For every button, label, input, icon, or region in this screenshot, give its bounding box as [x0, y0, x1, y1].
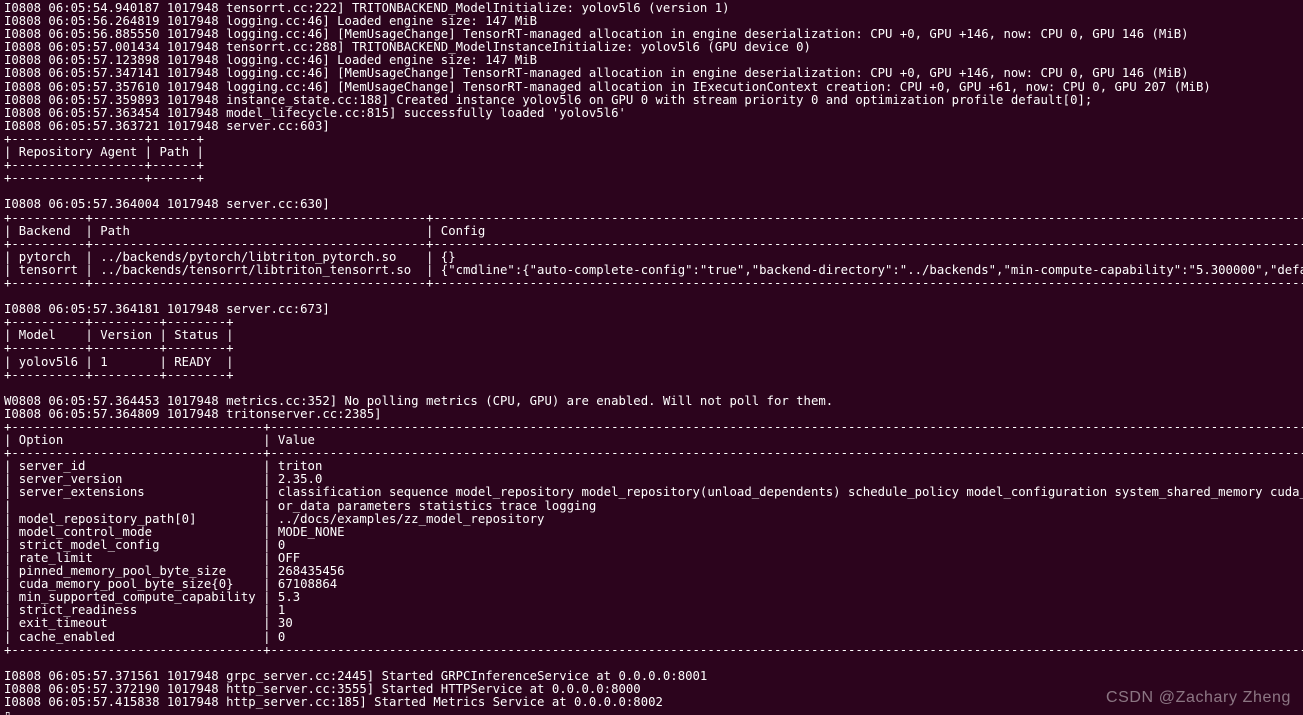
terminal-lines: I0808 06:05:54.940187 1017948 tensorrt.c… — [4, 2, 1299, 715]
terminal-output[interactable]: I0808 06:05:54.940187 1017948 tensorrt.c… — [0, 0, 1303, 715]
